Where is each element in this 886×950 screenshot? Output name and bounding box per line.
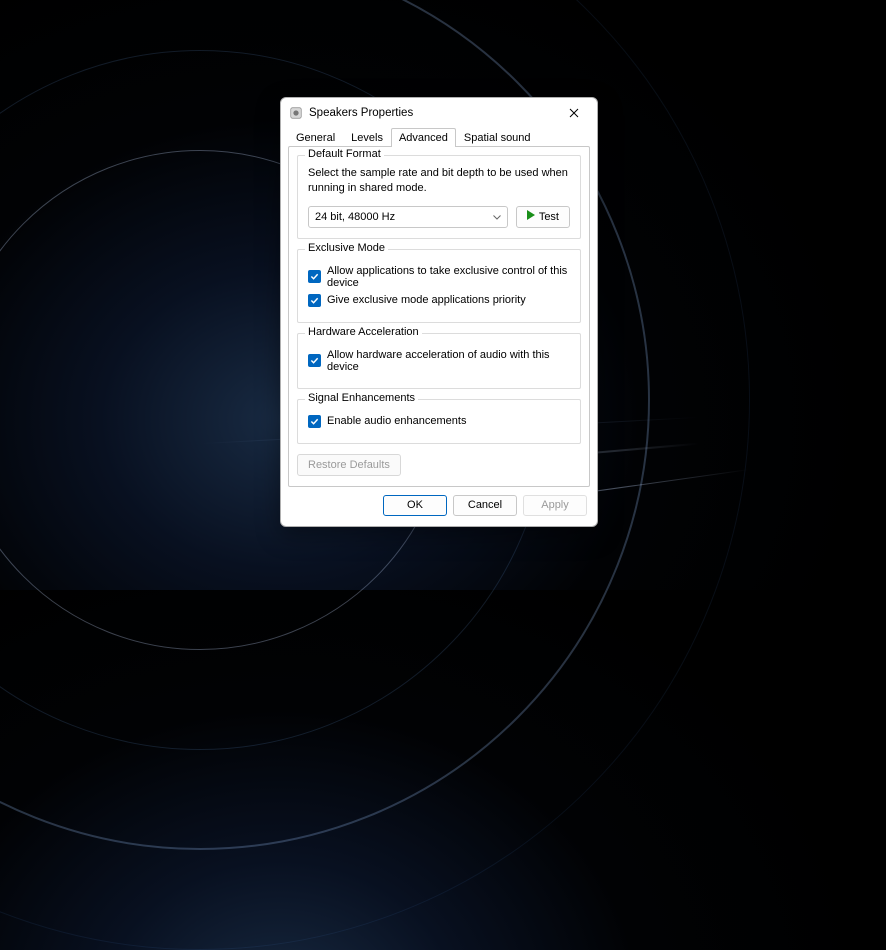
tab-panel-advanced: Default Format Select the sample rate an… [288,146,590,487]
cancel-button[interactable]: Cancel [453,495,517,516]
checkbox-label: Enable audio enhancements [327,415,466,427]
tab-strip: General Levels Advanced Spatial sound [281,127,597,146]
group-legend: Exclusive Mode [305,242,388,254]
checkbox-audio-enhancements[interactable] [308,415,321,428]
default-format-desc: Select the sample rate and bit depth to … [308,166,570,196]
group-exclusive-mode: Exclusive Mode Allow applications to tak… [297,249,581,323]
checkbox-label: Allow applications to take exclusive con… [327,265,570,289]
speaker-icon [289,106,303,120]
close-button[interactable] [559,103,589,123]
tab-advanced[interactable]: Advanced [391,128,456,147]
sample-rate-select[interactable]: 24 bit, 48000 Hz [308,206,508,228]
checkbox-exclusive-control[interactable] [308,270,321,283]
group-default-format: Default Format Select the sample rate an… [297,155,581,239]
play-icon [527,210,535,223]
titlebar: Speakers Properties [281,98,597,127]
test-button[interactable]: Test [516,206,570,228]
group-legend: Default Format [305,148,384,160]
tab-levels[interactable]: Levels [343,128,391,147]
speakers-properties-dialog: Speakers Properties General Levels Advan… [280,97,598,527]
checkbox-label: Give exclusive mode applications priorit… [327,294,526,306]
chevron-down-icon [493,211,501,223]
tab-spatial-sound[interactable]: Spatial sound [456,128,539,147]
ok-button[interactable]: OK [383,495,447,516]
group-legend: Signal Enhancements [305,392,418,404]
checkbox-label: Allow hardware acceleration of audio wit… [327,349,570,373]
tab-general[interactable]: General [288,128,343,147]
checkbox-exclusive-priority[interactable] [308,294,321,307]
group-legend: Hardware Acceleration [305,326,422,338]
group-hardware-acceleration: Hardware Acceleration Allow hardware acc… [297,333,581,389]
group-signal-enhancements: Signal Enhancements Enable audio enhance… [297,399,581,444]
test-button-label: Test [539,211,559,223]
apply-button[interactable]: Apply [523,495,587,516]
restore-defaults-button[interactable]: Restore Defaults [297,454,401,476]
sample-rate-value: 24 bit, 48000 Hz [315,211,395,223]
dialog-title: Speakers Properties [309,107,559,119]
checkbox-hardware-accel[interactable] [308,354,321,367]
dialog-footer: OK Cancel Apply [281,487,597,526]
